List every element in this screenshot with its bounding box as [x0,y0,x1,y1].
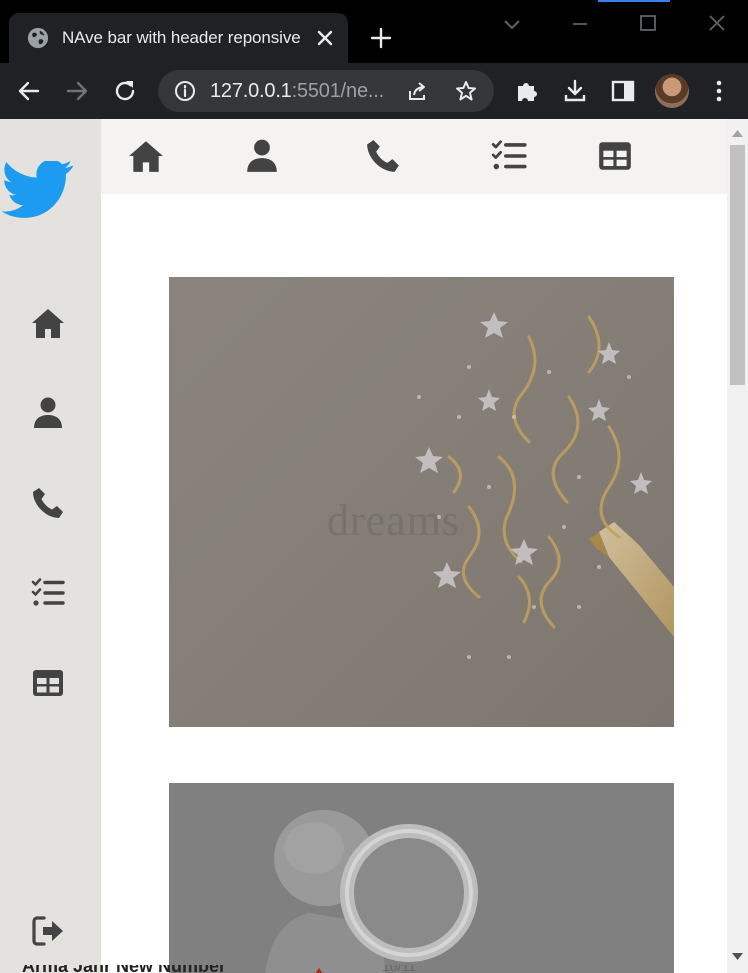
more-menu-icon[interactable] [706,78,732,104]
tab-search-icon[interactable] [498,10,526,38]
maximize-icon[interactable] [634,10,662,38]
magnifying-glass-figure-illustration [265,810,478,973]
checklist-icon[interactable] [490,137,528,175]
tab-title: NAve bar with header reponsive [62,28,301,47]
user-icon[interactable] [243,137,281,175]
scroll-down-arrow-icon[interactable] [732,953,743,961]
logout-icon[interactable] [30,913,66,949]
site-info-icon[interactable] [174,80,196,102]
bottom-overlay-counter: 10/11 [382,965,416,973]
page-viewport: dreams Arma Jahr New Number 10/11 [0,119,748,973]
url-host: 127.0.0.1 [210,80,292,102]
celebration-image: dreams [169,277,674,727]
search-figure-image [169,783,674,973]
vertical-scrollbar[interactable] [727,119,748,973]
close-window-icon[interactable] [703,10,731,38]
profile-avatar[interactable] [655,74,689,108]
url-text: 127.0.0.1:5501/ne... [210,80,384,103]
twitter-bird-icon[interactable] [2,161,74,221]
top-navbar [101,119,727,194]
main-content: dreams [101,194,727,973]
home-icon[interactable] [127,137,165,175]
reload-icon[interactable] [112,78,138,104]
phone-icon[interactable] [30,485,66,521]
address-bar[interactable]: 127.0.0.1:5501/ne... [158,70,494,112]
extensions-icon[interactable] [514,78,540,104]
home-icon[interactable] [30,305,66,341]
bookmark-star-icon[interactable] [454,79,478,103]
browser-titlebar: NAve bar with header reponsive [0,0,748,63]
table-icon[interactable] [30,665,66,701]
phone-icon[interactable] [364,137,402,175]
sidebar [0,119,101,973]
globe-icon [27,27,49,49]
bottom-overlay-text: Arma Jahr New Number [22,965,226,973]
scroll-up-arrow-icon[interactable] [732,129,743,137]
browser-toolbar: 127.0.0.1:5501/ne... [0,63,748,119]
download-icon[interactable] [562,78,588,104]
user-icon[interactable] [30,395,66,431]
bottom-overlay: Arma Jahr New Number 10/11 [0,965,727,973]
scrollbar-thumb[interactable] [730,145,745,385]
accent-line [598,0,670,2]
close-tab-icon[interactable] [314,27,336,49]
url-path: :5501/ne... [291,80,385,102]
browser-tab[interactable]: NAve bar with header reponsive [9,13,348,63]
side-panel-icon[interactable] [610,78,636,104]
minimize-icon[interactable] [566,10,594,38]
forward-arrow-icon[interactable] [64,78,90,104]
checklist-icon[interactable] [30,575,66,611]
share-icon[interactable] [406,79,430,103]
table-icon[interactable] [596,137,634,175]
new-tab-icon[interactable] [369,26,393,50]
back-arrow-icon[interactable] [16,78,42,104]
image-watermark: dreams [327,496,461,545]
